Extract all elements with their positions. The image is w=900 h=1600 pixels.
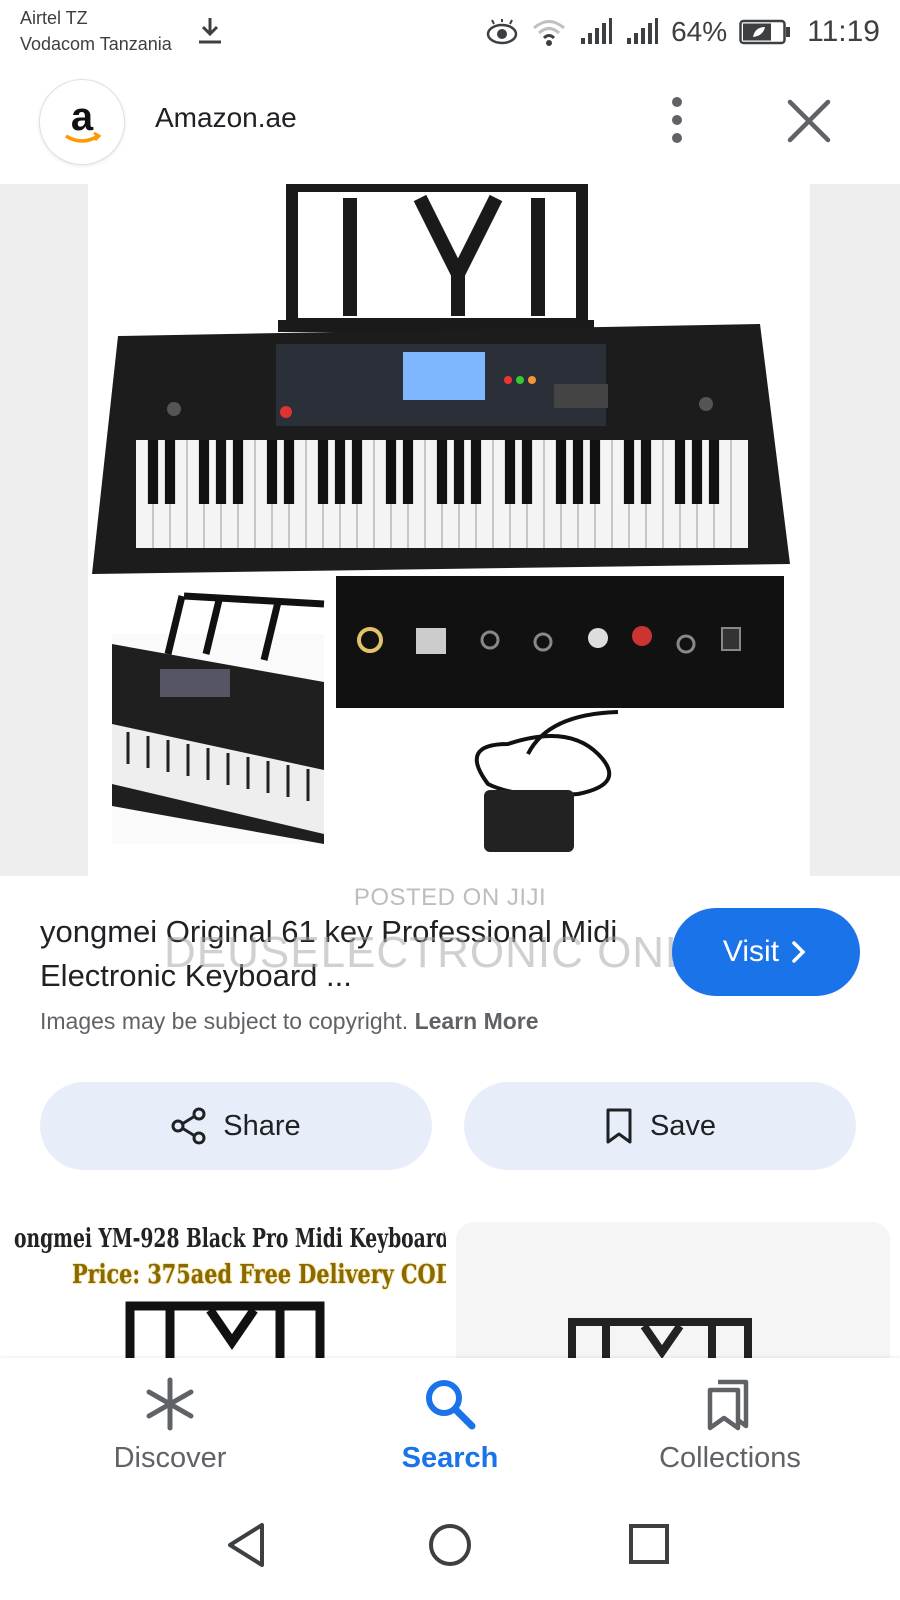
download-icon: [199, 18, 221, 44]
home-icon[interactable]: [425, 1520, 475, 1570]
asterisk-icon: [146, 1377, 194, 1431]
recents-icon[interactable]: [625, 1520, 675, 1570]
system-navigation-bar: [0, 1490, 900, 1600]
keyboard-product-image[interactable]: [88, 180, 810, 876]
svg-text:a: a: [71, 95, 94, 139]
back-icon[interactable]: [222, 1520, 272, 1570]
keyboard-illustration: [92, 180, 790, 852]
amazon-logo-icon[interactable]: a: [40, 80, 124, 164]
eye-comfort-icon: [486, 19, 518, 45]
chevron-right-icon: [792, 941, 806, 963]
save-label: Save: [649, 1109, 717, 1142]
share-button[interactable]: Share: [40, 1082, 432, 1170]
related-thumbnail: [568, 1318, 752, 1358]
visit-label: Visit: [722, 935, 780, 968]
nav-collections[interactable]: Collections: [610, 1376, 850, 1475]
bookmark-icon: [606, 1108, 632, 1144]
nav-collections-label: Collections: [659, 1442, 801, 1474]
carrier-name-primary: Airtel TZ: [20, 8, 88, 28]
related-thumbnail: [125, 1301, 325, 1358]
signal-icon-secondary: [627, 18, 659, 44]
search-icon: [426, 1380, 476, 1430]
carrier-name-secondary: Vodacom Tanzania: [20, 34, 172, 54]
nav-discover-label: Discover: [113, 1442, 227, 1474]
learn-more-link[interactable]: Learn More: [415, 1008, 539, 1034]
related-result-caption: ongmei YM-928 Black Pro Midi Keyboard 61…: [14, 1224, 446, 1254]
close-icon[interactable]: [780, 92, 838, 150]
related-result-card[interactable]: ongmei YM-928 Black Pro Midi Keyboard 61…: [10, 1222, 446, 1358]
clock: 11:19: [807, 15, 880, 48]
save-button[interactable]: Save: [464, 1082, 856, 1170]
battery-percent: 64%: [671, 16, 728, 47]
copyright-notice: Images may be subject to copyright. Lear…: [40, 1008, 539, 1035]
image-preview[interactable]: [0, 180, 900, 876]
status-indicators: 64% 11:19: [485, 12, 880, 52]
related-result-card[interactable]: [456, 1222, 890, 1358]
related-result-price: Price: 375aed Free Delivery COD: [72, 1260, 446, 1290]
status-bar: Airtel TZ Vodacom Tanzania 64% 11:19: [0, 0, 900, 64]
battery-icon: [739, 19, 791, 45]
more-options-icon[interactable]: [664, 94, 718, 148]
nav-search-label: Search: [401, 1442, 499, 1474]
share-label: Share: [223, 1109, 301, 1142]
nav-search[interactable]: Search: [330, 1376, 570, 1475]
wifi-icon: [533, 20, 566, 46]
nav-discover[interactable]: Discover: [50, 1376, 290, 1475]
source-site-name[interactable]: Amazon.ae: [155, 102, 297, 134]
signal-icon: [581, 18, 613, 44]
collections-icon: [707, 1379, 749, 1431]
viewer-header: a Amazon.ae: [0, 76, 900, 166]
amazon-a-icon: a: [65, 95, 102, 143]
copyright-text: Images may be subject to copyright.: [40, 1008, 409, 1034]
share-icon: [171, 1107, 206, 1145]
visit-button[interactable]: Visit: [672, 908, 860, 996]
bottom-navigation: Discover Search Collections: [0, 1358, 900, 1490]
